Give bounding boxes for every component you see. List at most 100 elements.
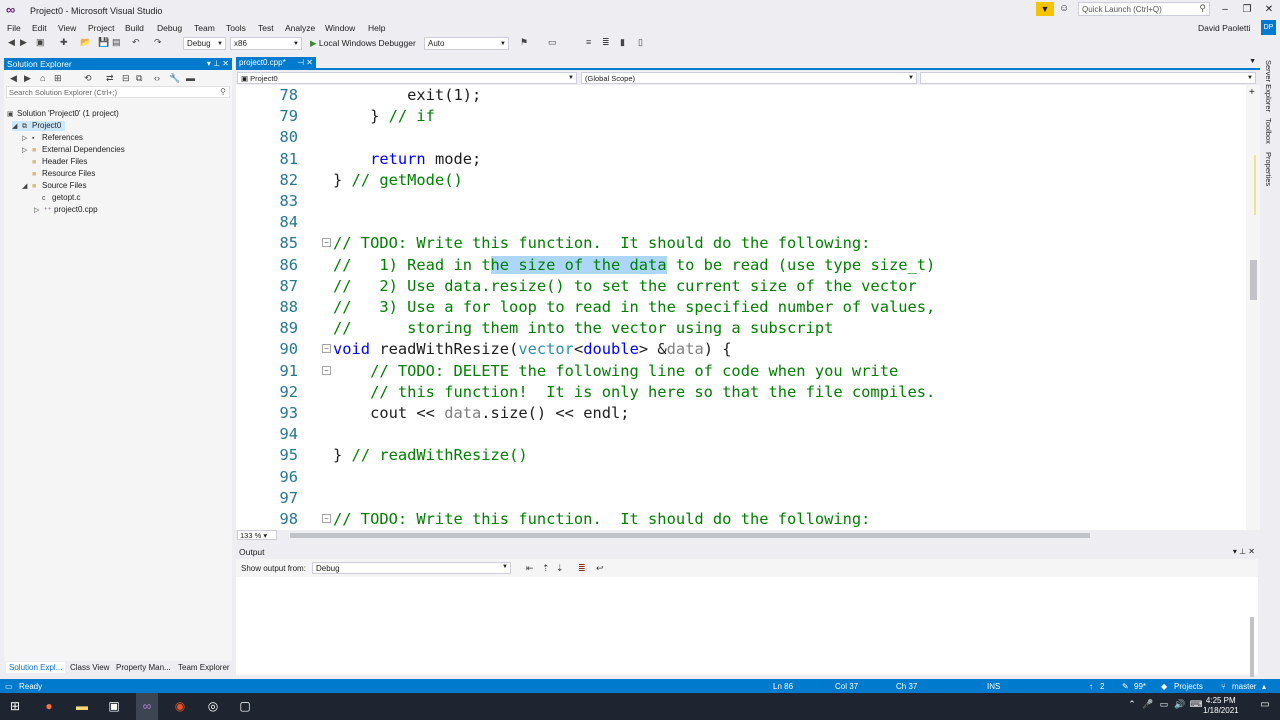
tree-item-source-files[interactable]: ◢ ■ Source Files	[22, 181, 86, 190]
code-line[interactable]: 94	[236, 424, 1246, 445]
code-line[interactable]: 87 // 2) Use data.resize() to set the cur…	[236, 276, 1246, 297]
new-project-icon[interactable]: ▣	[36, 37, 45, 48]
save-all-icon[interactable]: ▤	[112, 37, 121, 48]
menu-tools[interactable]: Tools	[226, 23, 246, 33]
next-message-icon[interactable]: ⇣	[556, 563, 564, 574]
pencil-icon[interactable]: ✎	[1122, 682, 1129, 691]
menu-build[interactable]: Build	[125, 23, 144, 33]
status-pending-changes[interactable]: 99*	[1134, 682, 1146, 691]
menu-test[interactable]: Test	[258, 23, 274, 33]
windows-start-icon[interactable]: ⊞	[4, 699, 26, 713]
tree-item-getopt-c[interactable]: c getopt.c	[42, 193, 80, 202]
tab-solution-explorer[interactable]: Solution Expl...	[6, 662, 66, 673]
tree-item-solution[interactable]: ▣ Solution 'Project0' (1 project)	[7, 109, 119, 118]
tab-overflow-icon[interactable]: ▼	[1249, 58, 1256, 65]
menu-team[interactable]: Team	[194, 23, 215, 33]
bookmark-icon[interactable]: ▮	[620, 37, 625, 48]
close-tab-icon[interactable]: ⊣ ✕	[297, 58, 313, 67]
tree-item-resource-files[interactable]: ■ Resource Files	[32, 169, 95, 178]
minimize-button[interactable]: –	[1214, 2, 1236, 18]
new-item-icon[interactable]: ✚	[60, 37, 68, 48]
tab-project0-cpp[interactable]: project0.cpp* ⊣ ✕	[236, 57, 316, 69]
code-line[interactable]: 90 − void readWithResize(vector<double> &d…	[236, 339, 1246, 360]
avatar[interactable]: DP	[1261, 20, 1276, 35]
collapse-outline-icon[interactable]: −	[322, 514, 331, 523]
chevron-up-icon[interactable]: ▴	[1262, 682, 1266, 691]
repo-icon[interactable]: ◆	[1161, 682, 1167, 691]
notifications-icon[interactable]: ▭	[1254, 699, 1276, 710]
github-icon[interactable]: ◎	[202, 699, 224, 713]
open-file-icon[interactable]: 📂	[80, 37, 91, 48]
tree-item-external-dependencies[interactable]: ▷ ■ External Dependencies	[22, 145, 125, 154]
forward-icon[interactable]: ▶	[20, 37, 27, 48]
window-icon[interactable]: ▢	[234, 699, 256, 713]
menu-debug[interactable]: Debug	[157, 23, 182, 33]
code-line[interactable]: 78 exit(1);	[236, 85, 1246, 106]
member-dropdown[interactable]: ▼	[920, 72, 1256, 84]
indent-icon[interactable]: ≡	[586, 37, 591, 47]
tree-item-project0-cpp[interactable]: ▷ ⁺⁺ project0.cpp	[34, 205, 98, 214]
word-wrap-icon[interactable]: ↩	[596, 563, 604, 574]
next-bookmark-icon[interactable]: ▯	[638, 37, 643, 48]
tree-item-header-files[interactable]: ■ Header Files	[32, 157, 87, 166]
output-text-area[interactable]	[236, 577, 1258, 677]
terminal-icon[interactable]: ▣	[103, 699, 125, 713]
collapse-outline-icon[interactable]: −	[322, 238, 331, 248]
properties-tab[interactable]: Properties	[1264, 152, 1273, 186]
quick-launch-input[interactable]: Quick Launch (Ctrl+Q) ⚲	[1078, 2, 1210, 16]
switch-views-icon[interactable]: ⊞	[54, 73, 62, 84]
properties-icon[interactable]: 🔧	[169, 73, 180, 84]
code-line[interactable]: 95} // readWithResize()	[236, 445, 1246, 466]
code-line[interactable]: 92 // this function! It is only here so …	[236, 382, 1246, 403]
tab-class-view[interactable]: Class View	[70, 663, 109, 672]
maximize-button[interactable]: ❐	[1236, 2, 1258, 18]
outdent-icon[interactable]: ≣	[602, 37, 610, 48]
configuration-dropdown[interactable]: Debug ▼	[183, 37, 226, 50]
code-editor[interactable]: 78 exit(1); 79 } // if 80 81 return mode; 82…	[236, 85, 1260, 530]
server-explorer-tab[interactable]: Server Explorer	[1264, 60, 1273, 112]
tree-item-project[interactable]: ◢ ⧉ Project0	[12, 121, 66, 131]
status-projects[interactable]: Projects	[1174, 682, 1203, 691]
menu-analyze[interactable]: Analyze	[285, 23, 315, 33]
code-line[interactable]: 89 // storing them into the vector using …	[236, 318, 1246, 339]
previous-message-icon[interactable]: ⇡	[542, 563, 550, 574]
collapse-all-icon[interactable]: ⊟	[122, 73, 130, 84]
panel-controls-icon[interactable]: ▾ ⊥ ✕	[207, 59, 229, 68]
code-line[interactable]: 98 −// TODO: Write this function. It shou…	[236, 509, 1246, 530]
code-line[interactable]: 83	[236, 191, 1246, 212]
split-icon[interactable]: +	[1249, 87, 1255, 98]
save-icon[interactable]: 💾	[98, 37, 109, 48]
zoom-dropdown[interactable]: 133 % ▾	[237, 530, 277, 540]
panel-controls-icon[interactable]: ▾ ⊥ ✕	[1233, 547, 1255, 556]
undo-icon[interactable]: ↶	[132, 37, 140, 48]
editor-vertical-scrollbar[interactable]: +	[1246, 85, 1260, 530]
code-line[interactable]: 97	[236, 488, 1246, 509]
feedback-icon[interactable]: ☺	[1059, 3, 1069, 14]
back-icon[interactable]: ◀	[8, 37, 15, 48]
code-line[interactable]: 93 cout << data.size() << endl;	[236, 403, 1246, 424]
menu-file[interactable]: File	[7, 23, 21, 33]
history-icon[interactable]: ⟲	[84, 73, 92, 84]
publish-icon[interactable]: ↑	[1089, 682, 1093, 691]
close-window-button[interactable]: ✕	[1258, 2, 1280, 18]
visual-studio-taskbar-icon[interactable]: ∞	[136, 693, 158, 720]
code-line[interactable]: 81 return mode;	[236, 149, 1246, 170]
user-name[interactable]: David Paoletti	[1198, 23, 1250, 33]
scope-dropdown[interactable]: (Global Scope) ▼	[581, 72, 917, 84]
debug-target-dropdown[interactable]: Auto ▼	[424, 37, 509, 50]
code-line[interactable]: 80	[236, 127, 1246, 148]
comment-icon[interactable]: ▭	[548, 37, 557, 48]
code-line[interactable]: 88 // 3) Use a for loop to read in the sp…	[236, 297, 1246, 318]
code-line[interactable]: 96	[236, 467, 1246, 488]
horizontal-scrollbar-thumb[interactable]	[290, 533, 1090, 538]
output-source-dropdown[interactable]: Debug ▼	[312, 562, 511, 574]
view-code-icon[interactable]: ‹›	[154, 73, 160, 83]
firefox-icon[interactable]: ●	[38, 699, 60, 713]
code-line[interactable]: 84	[236, 212, 1246, 233]
branch-icon[interactable]: ⑂	[1221, 682, 1226, 691]
clear-all-icon[interactable]: ≣	[578, 563, 586, 574]
code-line[interactable]: 79 } // if	[236, 106, 1246, 127]
project-dropdown[interactable]: ▣ Project0 ▼	[237, 72, 577, 84]
menu-edit[interactable]: Edit	[32, 23, 47, 33]
menu-project[interactable]: Project	[88, 23, 114, 33]
